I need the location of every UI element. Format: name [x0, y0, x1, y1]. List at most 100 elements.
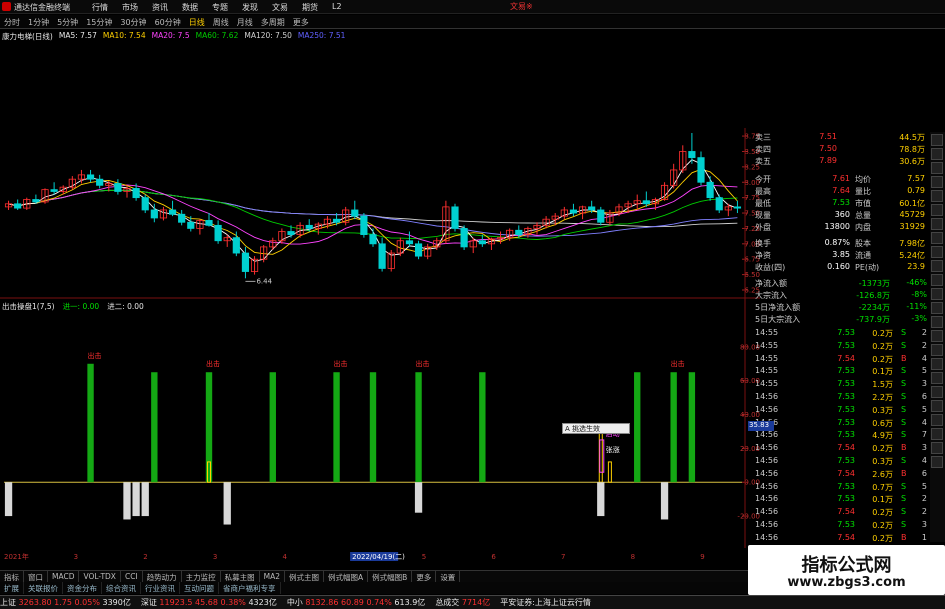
extension-tab-6[interactable]: 省商户福利专享 [219, 582, 281, 594]
menu-item-2[interactable]: 资讯 [152, 2, 168, 13]
indicator-tab-0[interactable]: 指标 [0, 571, 24, 582]
sidebar-tool-icon[interactable] [931, 246, 943, 258]
sidebar-tool-icon[interactable] [931, 134, 943, 146]
menu-item-4[interactable]: 专题 [212, 2, 228, 13]
tick-time: 14:55 [755, 353, 779, 363]
indicator-tab-11[interactable]: 例式幅图B [368, 571, 413, 582]
tick-vol: 0.3万 [872, 457, 893, 466]
indicator-tab-5[interactable]: 趋势动力 [143, 571, 182, 582]
extension-tab-1[interactable]: 关联报价 [24, 582, 63, 594]
extension-tab-2[interactable]: 资金分布 [63, 582, 102, 594]
sidebar-tool-icon[interactable] [931, 316, 943, 328]
indicator-tab-12[interactable]: 更多 [412, 571, 437, 582]
indicator-tab-6[interactable]: 主力监控 [182, 571, 221, 582]
menu-item-7[interactable]: 期货 [302, 2, 318, 13]
extension-tab-0[interactable]: 扩展 [0, 582, 24, 594]
sidebar-tool-icon[interactable] [931, 428, 943, 440]
period-tab-9[interactable]: 多周期 [257, 15, 289, 28]
menu-item-8[interactable]: L2 [332, 2, 342, 13]
sidebar-tool-icon[interactable] [931, 162, 943, 174]
tick-count: 2 [921, 507, 927, 517]
candle-body [114, 183, 122, 192]
sidebar-tool-icon[interactable] [931, 330, 943, 342]
stat-label: 净资 [755, 251, 771, 260]
sidebar-tool-icon[interactable] [931, 302, 943, 314]
sidebar-tool-icon[interactable] [931, 442, 943, 454]
sidebar-tool-icon[interactable] [931, 232, 943, 244]
flow-value: -1373万 [858, 279, 890, 288]
sidebar-tool-icon[interactable] [931, 176, 943, 188]
period-tab-8[interactable]: 月线 [233, 15, 257, 28]
indicator-tab-2[interactable]: MACD [48, 571, 80, 582]
sidebar-tool-icon[interactable] [931, 358, 943, 370]
tick-count: 2 [921, 494, 927, 504]
menu-item-6[interactable]: 文易 [272, 2, 288, 13]
period-tab-1[interactable]: 1分钟 [24, 15, 53, 28]
indicator-tab-3[interactable]: VOL-TDX [79, 571, 121, 582]
x-axis-label: 2022/04/19(二) [352, 553, 405, 561]
sidebar-tool-icon[interactable] [931, 400, 943, 412]
ticker-news[interactable]: 平安证券:上海上证云行情 [500, 597, 591, 608]
candle-body [478, 240, 486, 245]
stat-row: 今开 7.61 均价 7.57 [755, 174, 930, 186]
period-tab-0[interactable]: 分时 [0, 15, 24, 28]
stat-label: 总量 [855, 211, 871, 220]
sidebar-tool-icon[interactable] [931, 414, 943, 426]
period-tab-6[interactable]: 日线 [185, 15, 209, 28]
indicator-tab-13[interactable]: 设置 [436, 571, 461, 582]
quote-panel: 卖三 7.51 44.5万 卖四 7.50 78.8万 卖五 7.89 30.6万 今开 7.61 均… [755, 132, 930, 570]
period-tab-10[interactable]: 更多 [289, 15, 313, 28]
extension-tab-5[interactable]: 互动问题 [180, 582, 219, 594]
candle-body [205, 220, 213, 226]
ticker-item[interactable]: 上证 3263.80 1.75 0.05% 3390亿 [0, 597, 131, 608]
ticker-field: 总成交 [435, 598, 462, 607]
sidebar-tool-icon[interactable] [931, 288, 943, 300]
indicator-tab-1[interactable]: 窗口 [24, 571, 48, 582]
extension-tab-3[interactable]: 综合资讯 [102, 582, 141, 594]
sidebar-tool-icon[interactable] [931, 344, 943, 356]
yellow-spike [607, 461, 612, 483]
candle [178, 209, 186, 226]
sidebar-tool-icon[interactable] [931, 190, 943, 202]
period-tab-5[interactable]: 60分钟 [151, 15, 185, 28]
indicator-tab-10[interactable]: 例式幅图A [324, 571, 369, 582]
extension-tab-4[interactable]: 行业资讯 [141, 582, 180, 594]
indicator-tab-8[interactable]: MA2 [260, 571, 286, 582]
ticker-item[interactable]: 深证 11923.5 45.68 0.38% 4323亿 [141, 597, 277, 608]
sidebar-tool-icon[interactable] [931, 204, 943, 216]
tick-row: 14:56 7.53 0.3万 S 5 [755, 405, 930, 417]
period-tab-3[interactable]: 15分钟 [82, 15, 116, 28]
sidebar-tool-icon[interactable] [931, 386, 943, 398]
tick-vol: 0.7万 [872, 482, 893, 492]
ticker-item[interactable]: 总成交 7714亿 [435, 597, 490, 608]
sidebar-tool-icon[interactable] [931, 218, 943, 230]
indicator-tab-4[interactable]: CCI [121, 571, 143, 582]
candle [159, 206, 168, 221]
stat-label: 量比 [855, 187, 871, 196]
sidebar-tool-icon[interactable] [931, 372, 943, 384]
gray-bar [123, 482, 131, 520]
sidebar-tool-icon[interactable] [931, 274, 943, 286]
menu-item-3[interactable]: 数据 [182, 2, 198, 13]
tick-price: 7.53 [837, 456, 855, 465]
candle-body [178, 213, 186, 223]
menu-item-5[interactable]: 发现 [242, 2, 258, 13]
period-tab-7[interactable]: 周线 [209, 15, 233, 28]
kline-chart[interactable]: 8.758.508.258.007.757.507.257.006.756.50… [0, 28, 760, 570]
menu-item-0[interactable]: 行情 [92, 2, 108, 13]
sidebar-tool-icon[interactable] [931, 260, 943, 272]
sidebar-tool-icon[interactable] [931, 456, 943, 468]
period-tab-2[interactable]: 5分钟 [53, 15, 82, 28]
sidebar-tool-icon[interactable] [931, 148, 943, 160]
flow-label: 5日净流入额 [755, 303, 801, 312]
period-tab-4[interactable]: 30分钟 [116, 15, 150, 28]
indicator-tab-7[interactable]: 私募主图 [221, 571, 260, 582]
stat-label: 最低 [755, 199, 771, 208]
indicator-tab-9[interactable]: 例式主图 [285, 571, 325, 582]
menu-item-1[interactable]: 市场 [122, 2, 138, 13]
ticker-item[interactable]: 中小 8132.86 60.89 0.74% 613.9亿 [287, 597, 426, 608]
signal-popup[interactable]: A 挑选生效 [562, 423, 630, 434]
trade-button[interactable]: 文易※ [510, 1, 533, 12]
stat-label: 流通 [855, 251, 871, 260]
ticker-field: 上证 [0, 598, 19, 607]
